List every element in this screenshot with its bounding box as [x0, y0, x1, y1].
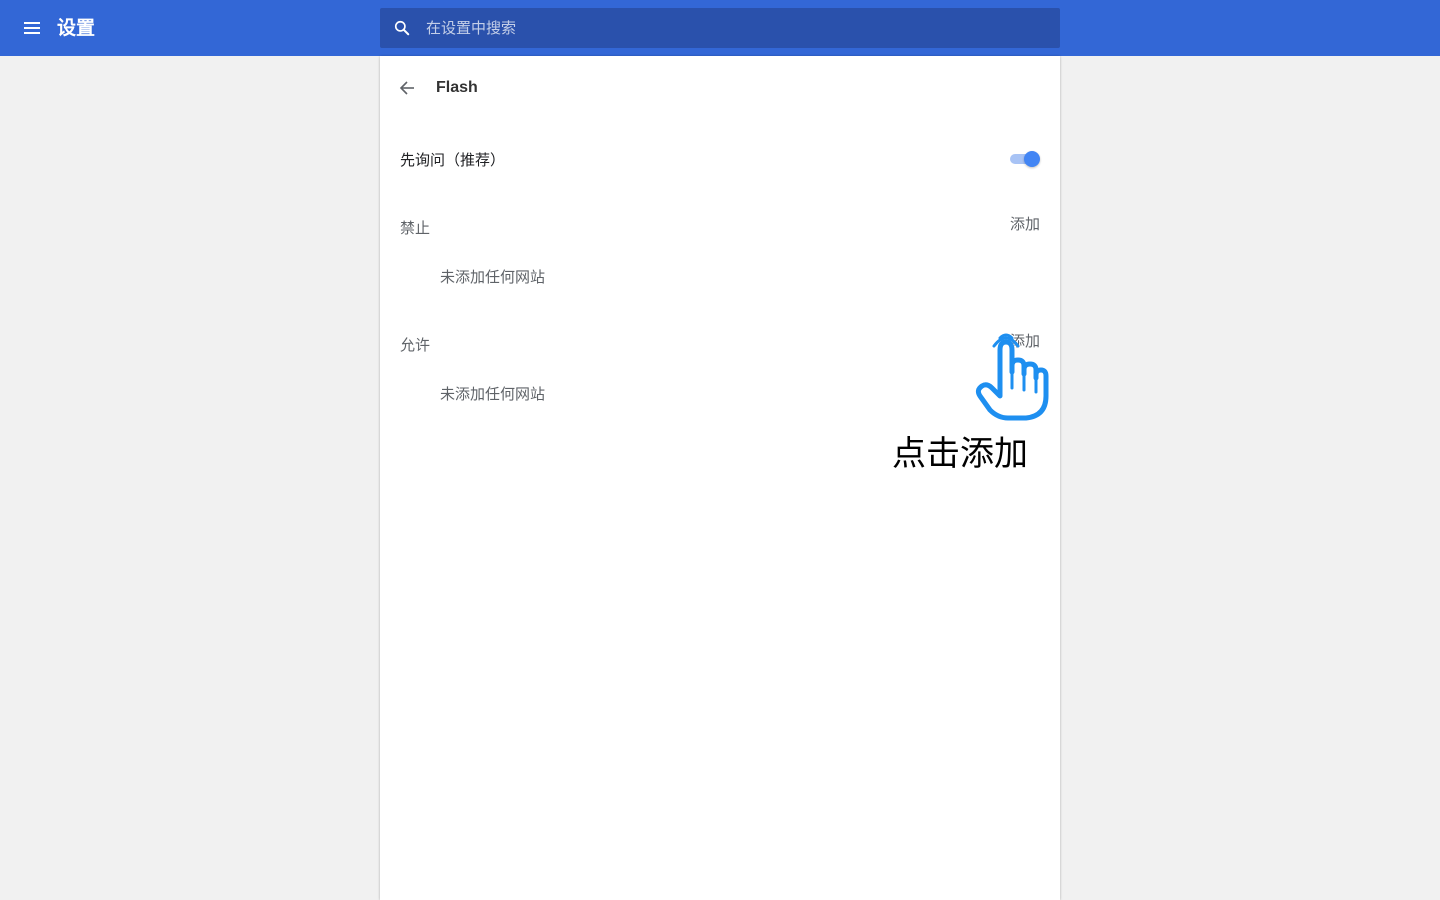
menu-icon[interactable] — [22, 16, 46, 40]
search-box[interactable] — [380, 8, 1060, 48]
toggle-knob — [1024, 151, 1040, 167]
flash-settings-card: Flash 先询问（推荐） 禁止 添加 未添加任何网站 允许 添加 未添加任何网… — [380, 56, 1060, 900]
app-title: 设置 — [57, 17, 96, 39]
blocked-heading: 禁止 — [400, 219, 431, 237]
allowed-heading: 允许 — [400, 336, 431, 354]
page-title: Flash — [436, 79, 478, 96]
pointing-hand-icon — [975, 333, 1049, 421]
search-input[interactable] — [426, 8, 1046, 48]
top-app-bar: 设置 — [0, 0, 1440, 56]
ask-first-toggle[interactable] — [1008, 151, 1042, 169]
blocked-add-button[interactable]: 添加 — [1010, 212, 1040, 236]
allowed-empty-text: 未添加任何网站 — [440, 385, 546, 403]
click-add-hint: 点击添加 — [892, 434, 1028, 474]
blocked-empty-text: 未添加任何网站 — [440, 268, 546, 286]
search-icon — [394, 20, 410, 36]
ask-first-label: 先询问（推荐） — [400, 151, 506, 169]
back-arrow-icon[interactable] — [398, 78, 418, 98]
